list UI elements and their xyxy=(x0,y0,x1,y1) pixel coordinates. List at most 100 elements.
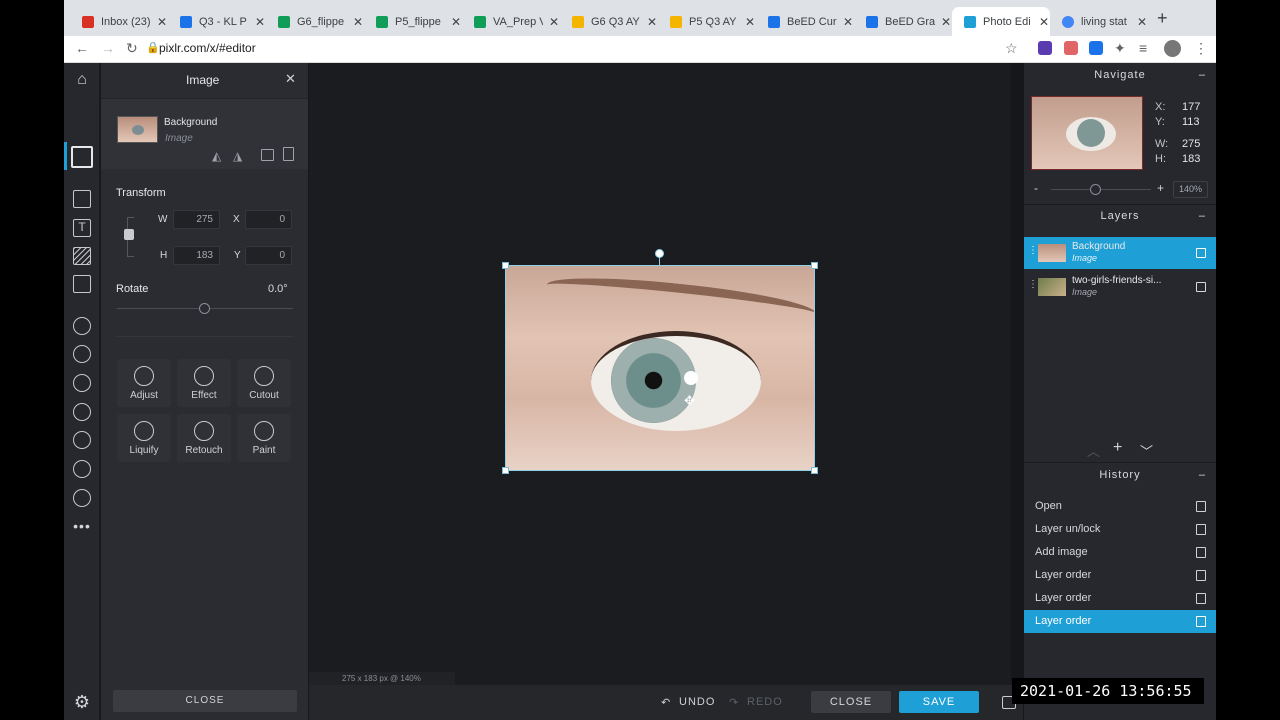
minimize-icon[interactable]: – xyxy=(1199,463,1206,487)
undo-button[interactable]: UNDO xyxy=(679,696,715,708)
browser-tab[interactable]: G6 Q3 AY ✕ xyxy=(560,7,657,36)
close-tab-icon[interactable]: ✕ xyxy=(1137,15,1147,29)
history-item[interactable]: Layer order xyxy=(1024,564,1216,587)
browser-tab[interactable]: Q3 - KL P ✕ xyxy=(168,7,265,36)
reload-icon[interactable]: ↻ xyxy=(126,40,138,57)
rotate-slider-handle[interactable] xyxy=(199,303,210,314)
url-field[interactable]: pixlr.com/x/#editor xyxy=(159,41,256,55)
history-item[interactable]: Open xyxy=(1024,495,1216,518)
history-item[interactable]: Layer un/lock xyxy=(1024,518,1216,541)
layer-visibility-checkbox[interactable] xyxy=(1196,248,1206,258)
paint-tool-button[interactable]: Paint xyxy=(237,414,291,462)
zoom-slider-handle[interactable] xyxy=(1090,184,1101,195)
browser-tab[interactable]: G6_flippe ✕ xyxy=(266,7,363,36)
lock-ratio-icon[interactable] xyxy=(124,229,134,240)
bookmark-star-icon[interactable]: ☆ xyxy=(1005,40,1018,57)
minimize-icon[interactable]: – xyxy=(1199,63,1206,87)
cutout-tool-button[interactable]: Cutout xyxy=(237,359,291,407)
liquify-tool-icon[interactable] xyxy=(73,431,91,449)
resize-handle[interactable] xyxy=(502,467,509,474)
close-tab-icon[interactable]: ✕ xyxy=(843,15,853,29)
new-tab-button[interactable]: + xyxy=(1157,8,1168,29)
resize-handle[interactable] xyxy=(502,262,509,269)
close-tab-icon[interactable]: ✕ xyxy=(941,15,951,29)
close-tab-icon[interactable]: ✕ xyxy=(1039,15,1049,29)
browser-tab[interactable]: P5_flippe ✕ xyxy=(364,7,461,36)
flip-horizontal-icon[interactable]: ◭ xyxy=(212,149,221,163)
zoom-level[interactable]: 140% xyxy=(1173,181,1208,198)
close-tab-icon[interactable]: ✕ xyxy=(549,15,559,29)
history-item[interactable]: Add image xyxy=(1024,541,1216,564)
close-tab-icon[interactable]: ✕ xyxy=(647,15,657,29)
adjust-tool-button[interactable]: Adjust xyxy=(117,359,171,407)
duplicate-icon[interactable] xyxy=(261,149,274,161)
flip-vertical-icon[interactable]: ◮ xyxy=(233,149,242,163)
close-tab-icon[interactable]: ✕ xyxy=(745,15,755,29)
settings-gear-icon[interactable]: ⚙ xyxy=(73,693,91,711)
browser-tab[interactable]: Inbox (23) ✕ xyxy=(70,7,167,36)
close-tab-icon[interactable]: ✕ xyxy=(255,15,265,29)
height-input[interactable]: 183 xyxy=(173,246,220,265)
retouch-tool-icon[interactable] xyxy=(73,460,91,478)
avatar[interactable] xyxy=(1164,40,1181,57)
x-input[interactable]: 0 xyxy=(245,210,292,229)
more-icon[interactable]: ••• xyxy=(73,517,91,535)
eye-photo-layer[interactable] xyxy=(505,265,815,471)
minimize-icon[interactable]: – xyxy=(1199,204,1206,228)
text-tool-icon[interactable]: T xyxy=(73,219,91,237)
save-button[interactable]: SAVE xyxy=(899,691,979,713)
close-panel-button[interactable]: CLOSE xyxy=(113,690,297,712)
move-layer-up-icon[interactable]: ︿ xyxy=(1087,441,1100,460)
add-layer-icon[interactable]: + xyxy=(1113,439,1122,457)
history-item-selected[interactable]: Layer order xyxy=(1024,610,1216,633)
extension-icon[interactable] xyxy=(1089,41,1103,55)
close-tab-icon[interactable]: ✕ xyxy=(451,15,461,29)
layer-item-two-girls[interactable]: ⋮ two-girls-friends-si... Image xyxy=(1024,271,1216,303)
drag-handle-icon[interactable]: ⋮ xyxy=(1028,245,1038,256)
effect-tool-icon[interactable] xyxy=(73,403,91,421)
layer-visibility-checkbox[interactable] xyxy=(1196,282,1206,292)
move-layer-down-icon[interactable]: ﹀ xyxy=(1140,441,1153,460)
pattern-tool-icon[interactable] xyxy=(73,247,91,265)
image-tool-icon[interactable] xyxy=(73,275,91,293)
puzzle-icon[interactable]: ✦ xyxy=(1114,40,1126,57)
browser-tab[interactable]: BeED Cur ✕ xyxy=(756,7,853,36)
cutout-tool-icon[interactable] xyxy=(73,345,91,363)
drag-handle-icon[interactable]: ⋮ xyxy=(1028,279,1038,290)
y-input[interactable]: 0 xyxy=(245,246,292,265)
arrange-tool-icon[interactable] xyxy=(71,146,93,168)
close-panel-icon[interactable]: ✕ xyxy=(285,71,296,87)
close-tab-icon[interactable]: ✕ xyxy=(157,15,167,29)
retouch-tool-button[interactable]: Retouch xyxy=(177,414,231,462)
browser-tab[interactable]: living stat ✕ xyxy=(1050,7,1147,36)
playlist-icon[interactable]: ≡ xyxy=(1139,40,1147,56)
browser-tab[interactable]: VA_Prep V ✕ xyxy=(462,7,559,36)
transform-tool-icon[interactable] xyxy=(73,317,91,335)
liquify-tool-button[interactable]: Liquify xyxy=(117,414,171,462)
browser-tab-active[interactable]: Photo Edi ✕ xyxy=(952,7,1050,36)
layer-item-background[interactable]: ⋮ Background Image xyxy=(1024,237,1216,269)
forward-icon[interactable]: → xyxy=(101,40,115,56)
menu-dots-icon[interactable]: ⋮ xyxy=(1194,40,1208,57)
home-icon[interactable]: ⌂ xyxy=(73,71,91,89)
back-icon[interactable]: ← xyxy=(75,40,89,56)
close-button[interactable]: CLOSE xyxy=(811,691,891,713)
zoom-slider-track[interactable] xyxy=(1051,189,1151,190)
redo-icon[interactable]: ↷ xyxy=(729,696,739,709)
zoom-in-icon[interactable]: + xyxy=(1157,181,1164,195)
effect-tool-button[interactable]: Effect xyxy=(177,359,231,407)
browser-tab[interactable]: P5 Q3 AY ✕ xyxy=(658,7,755,36)
trash-icon[interactable] xyxy=(283,147,294,161)
resize-handle[interactable] xyxy=(811,262,818,269)
resize-handle[interactable] xyxy=(811,467,818,474)
history-item[interactable]: Layer order xyxy=(1024,587,1216,610)
zoom-out-icon[interactable]: - xyxy=(1034,181,1038,195)
paint-tool-icon[interactable] xyxy=(73,489,91,507)
width-input[interactable]: 275 xyxy=(173,210,220,229)
close-tab-icon[interactable]: ✕ xyxy=(353,15,363,29)
navigator-thumbnail[interactable] xyxy=(1031,96,1143,170)
rotate-handle[interactable] xyxy=(655,249,664,258)
undo-icon[interactable]: ↶ xyxy=(661,696,671,709)
browser-tab[interactable]: BeED Gra ✕ xyxy=(854,7,951,36)
adjust-tool-icon[interactable] xyxy=(73,374,91,392)
